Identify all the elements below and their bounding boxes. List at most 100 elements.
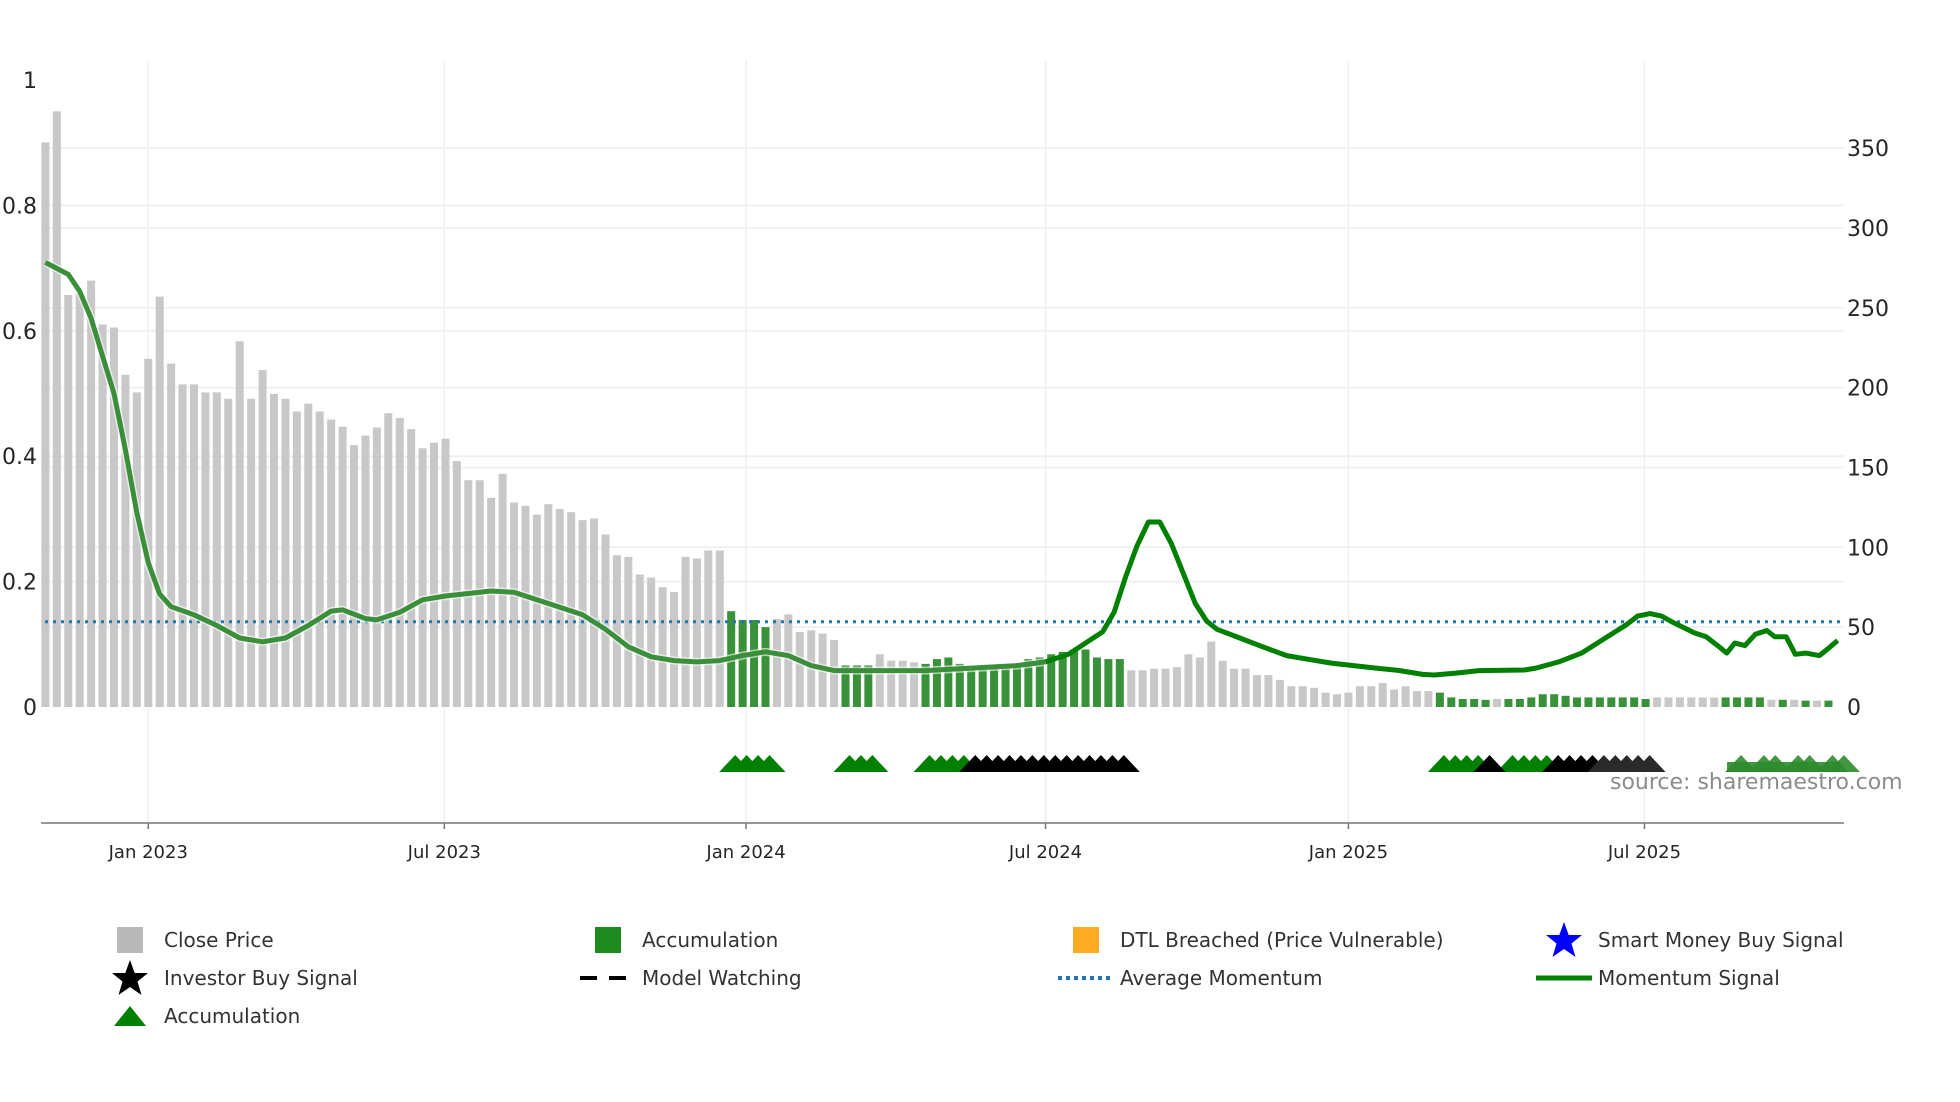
close-price-bar	[1321, 692, 1330, 707]
x-tick-label: Jan 2025	[1308, 842, 1388, 863]
close-price-bar	[658, 587, 667, 707]
accumulation-bar	[1721, 697, 1730, 707]
close-price-bar	[487, 497, 496, 707]
right-y-tick-label: 0	[1847, 696, 1861, 721]
close-price-bar	[1367, 686, 1376, 707]
accumulation-bar	[1081, 649, 1090, 707]
close-price-bar	[1653, 697, 1662, 707]
close-price-bar	[1493, 699, 1502, 707]
close-price-bar	[418, 448, 427, 707]
right-y-tick-label: 100	[1847, 536, 1889, 561]
close-price-bar	[510, 502, 519, 707]
accumulation-bar	[1630, 697, 1639, 707]
left-y-tick-label: 0.6	[2, 320, 37, 345]
close-price-bar	[670, 592, 679, 707]
close-price-bar	[1710, 697, 1719, 707]
left-y-tick-label: 0.2	[2, 571, 37, 596]
close-price-bar	[715, 550, 724, 707]
close-price-bar	[327, 419, 336, 707]
right-y-tick-label: 200	[1847, 377, 1889, 402]
close-price-bar	[1344, 692, 1353, 707]
close-price-bar	[1813, 700, 1822, 707]
accumulation-bar	[1092, 657, 1101, 707]
accumulation-bar	[1801, 700, 1810, 707]
close-price-bar	[407, 429, 416, 707]
close-price-bar	[647, 577, 656, 707]
close-price-bar	[590, 518, 599, 707]
close-price-bar	[350, 445, 359, 707]
accumulation-bar	[1470, 699, 1479, 707]
close-price-bar	[704, 550, 713, 707]
close-price-bar	[1790, 699, 1799, 707]
close-price-bar	[772, 619, 781, 707]
close-price-bar	[87, 280, 96, 707]
accumulation-bar	[750, 619, 759, 707]
accumulation-bar	[1058, 651, 1067, 707]
close-price-bar	[167, 363, 176, 707]
close-price-bar	[1664, 697, 1673, 707]
close-price-bar	[452, 461, 461, 707]
accumulation-bar	[944, 657, 953, 707]
close-price-bar	[52, 111, 61, 708]
accumulation-bar	[1744, 697, 1753, 707]
accumulation-bar	[1527, 697, 1536, 707]
accumulation-bar	[978, 665, 987, 707]
close-price-bar	[1675, 697, 1684, 707]
close-price-bar	[270, 393, 278, 707]
accumulation-bar	[1515, 699, 1524, 707]
close-price-bar	[1378, 683, 1387, 707]
close-price-bar	[624, 556, 633, 707]
close-price-bar	[189, 384, 198, 707]
close-price-bar	[1332, 694, 1341, 707]
close-price-bar	[292, 411, 301, 707]
close-price-bar	[1230, 668, 1239, 707]
close-price-bar	[247, 398, 256, 707]
accumulation-bar	[1104, 659, 1113, 707]
x-tick-label: Jan 2024	[705, 842, 785, 863]
left-y-tick-label: 0.4	[2, 445, 37, 470]
accumulation-bar	[1115, 659, 1124, 707]
close-price-bar	[430, 442, 439, 707]
close-price-bar	[281, 398, 290, 707]
close-price-bar	[1264, 675, 1273, 707]
accumulation-bar	[1435, 692, 1444, 707]
close-price-bar	[212, 392, 221, 707]
accumulation-bar	[1641, 699, 1650, 707]
close-price-bar	[532, 514, 541, 707]
chart: Jan 2023 Jul 2023 Jan 2024 Jul 2024 Jan 2025…	[2, 60, 1889, 863]
close-price-bar	[395, 417, 404, 707]
close-price-bar	[521, 505, 530, 707]
close-price-bar	[384, 413, 393, 707]
close-price-bar	[1413, 691, 1421, 707]
x-tick-label: Jul 2024	[1008, 842, 1082, 863]
close-price-bar	[304, 403, 313, 707]
accumulation-bar	[1755, 697, 1764, 707]
accumulation-bar	[1607, 697, 1616, 707]
close-price-bar	[1424, 691, 1433, 707]
close-price-bar	[1767, 699, 1776, 707]
accumulation-bar	[1481, 699, 1490, 707]
accumulation-bar	[1618, 697, 1627, 707]
close-price-bar	[235, 341, 244, 707]
close-price-bar	[1172, 667, 1181, 707]
accumulation-bar	[1070, 649, 1079, 707]
accumulation-bar	[1561, 695, 1570, 707]
right-y-tick-label: 250	[1847, 297, 1889, 322]
close-price-bar	[1698, 697, 1707, 707]
close-price-bar	[132, 392, 141, 707]
close-price-bar	[315, 411, 324, 707]
close-price-bar	[1150, 668, 1159, 707]
close-price-bar	[361, 435, 370, 707]
close-price-bar	[224, 398, 233, 707]
x-tick-label: Jan 2023	[108, 842, 188, 863]
close-price-bar	[692, 558, 701, 707]
accumulation-bar	[990, 665, 999, 707]
close-price-bar	[64, 294, 73, 707]
close-price-bar	[98, 324, 107, 707]
close-price-bar	[1310, 687, 1319, 707]
close-price-bar	[1687, 697, 1696, 707]
accumulation-bar	[1584, 697, 1593, 707]
close-price-bar	[1161, 668, 1170, 707]
close-price-bar	[1207, 641, 1216, 707]
right-y-tick-label: 300	[1847, 217, 1889, 242]
